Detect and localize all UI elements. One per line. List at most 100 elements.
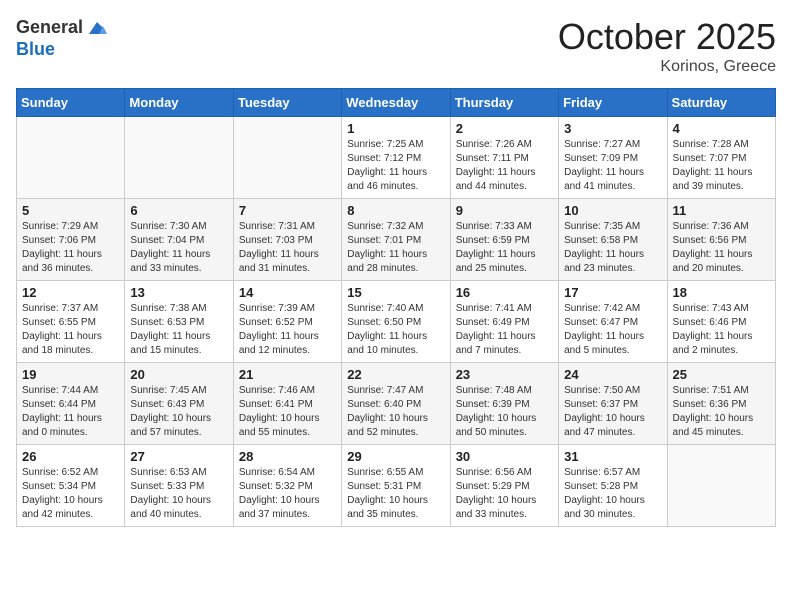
day-number: 13 bbox=[130, 285, 227, 300]
day-info: Sunrise: 7:46 AM Sunset: 6:41 PM Dayligh… bbox=[239, 384, 336, 440]
logo-icon bbox=[85, 16, 109, 40]
table-row bbox=[667, 445, 775, 527]
table-row: 27Sunrise: 6:53 AM Sunset: 5:33 PM Dayli… bbox=[125, 445, 233, 527]
table-row: 17 Sunrise: 7:42 AM Sunset: 6:47 PM Dayli… bbox=[559, 281, 667, 363]
day-info: Sunrise: 7:35 AM Sunset: 6:58 PM Dayligh… bbox=[564, 220, 661, 276]
table-row bbox=[125, 117, 233, 199]
day-number: 14 bbox=[239, 285, 336, 300]
table-row bbox=[233, 117, 341, 199]
day-info: Sunrise: 7:43 AM Sunset: 6:46 PM Dayligh… bbox=[673, 302, 770, 358]
table-row bbox=[17, 117, 125, 199]
day-number: 22 bbox=[347, 367, 444, 382]
col-thursday: Thursday bbox=[450, 89, 558, 117]
day-number: 24 bbox=[564, 367, 661, 382]
day-info: Sunrise: 7:38 AM Sunset: 6:53 PM Dayligh… bbox=[130, 302, 227, 358]
month-title: October 2025 bbox=[558, 16, 776, 58]
day-number: 19 bbox=[22, 367, 119, 382]
table-row: 19 Sunrise: 7:44 AM Sunset: 6:44 PM Dayli… bbox=[17, 363, 125, 445]
calendar-week-row: 1Sunrise: 7:25 AM Sunset: 7:12 PM Daylig… bbox=[17, 117, 776, 199]
table-row: 28 Sunrise: 6:54 AM Sunset: 5:32 PM Dayli… bbox=[233, 445, 341, 527]
location: Korinos, Greece bbox=[558, 58, 776, 76]
day-number: 28 bbox=[239, 449, 336, 464]
table-row: 11 Sunrise: 7:36 AM Sunset: 6:56 PM Dayli… bbox=[667, 199, 775, 281]
day-info: Sunrise: 7:40 AM Sunset: 6:50 PM Dayligh… bbox=[347, 302, 444, 358]
table-row: 30 Sunrise: 6:56 AM Sunset: 5:29 PM Dayli… bbox=[450, 445, 558, 527]
day-number: 31 bbox=[564, 449, 661, 464]
table-row: 7 Sunrise: 7:31 AM Sunset: 7:03 PM Daylig… bbox=[233, 199, 341, 281]
day-info: Sunrise: 6:54 AM Sunset: 5:32 PM Dayligh… bbox=[239, 466, 336, 522]
day-number: 20 bbox=[130, 367, 227, 382]
day-number: 5 bbox=[22, 203, 119, 218]
day-number: 12 bbox=[22, 285, 119, 300]
day-info: Sunrise: 7:36 AM Sunset: 6:56 PM Dayligh… bbox=[673, 220, 770, 276]
col-tuesday: Tuesday bbox=[233, 89, 341, 117]
logo-blue: Blue bbox=[16, 40, 109, 60]
day-info: Sunrise: 7:45 AM Sunset: 6:43 PM Dayligh… bbox=[130, 384, 227, 440]
col-sunday: Sunday bbox=[17, 89, 125, 117]
day-info: Sunrise: 6:52 AM Sunset: 5:34 PM Dayligh… bbox=[22, 466, 119, 522]
day-number: 10 bbox=[564, 203, 661, 218]
day-info: Sunrise: 6:56 AM Sunset: 5:29 PM Dayligh… bbox=[456, 466, 553, 522]
table-row: 13 Sunrise: 7:38 AM Sunset: 6:53 PM Dayli… bbox=[125, 281, 233, 363]
day-info: Sunrise: 7:51 AM Sunset: 6:36 PM Dayligh… bbox=[673, 384, 770, 440]
day-info: Sunrise: 7:26 AM Sunset: 7:11 PM Dayligh… bbox=[456, 138, 553, 194]
col-wednesday: Wednesday bbox=[342, 89, 450, 117]
day-number: 18 bbox=[673, 285, 770, 300]
day-info: Sunrise: 7:44 AM Sunset: 6:44 PM Dayligh… bbox=[22, 384, 119, 440]
day-number: 26 bbox=[22, 449, 119, 464]
day-number: 29 bbox=[347, 449, 444, 464]
day-info: Sunrise: 7:42 AM Sunset: 6:47 PM Dayligh… bbox=[564, 302, 661, 358]
table-row: 23 Sunrise: 7:48 AM Sunset: 6:39 PM Dayli… bbox=[450, 363, 558, 445]
table-row: 18 Sunrise: 7:43 AM Sunset: 6:46 PM Dayli… bbox=[667, 281, 775, 363]
day-info: Sunrise: 7:27 AM Sunset: 7:09 PM Dayligh… bbox=[564, 138, 661, 194]
col-friday: Friday bbox=[559, 89, 667, 117]
table-row: 12 Sunrise: 7:37 AM Sunset: 6:55 PM Dayli… bbox=[17, 281, 125, 363]
day-info: Sunrise: 7:32 AM Sunset: 7:01 PM Dayligh… bbox=[347, 220, 444, 276]
col-monday: Monday bbox=[125, 89, 233, 117]
day-info: Sunrise: 7:48 AM Sunset: 6:39 PM Dayligh… bbox=[456, 384, 553, 440]
day-number: 30 bbox=[456, 449, 553, 464]
day-info: Sunrise: 7:31 AM Sunset: 7:03 PM Dayligh… bbox=[239, 220, 336, 276]
day-number: 2 bbox=[456, 121, 553, 136]
table-row: 25 Sunrise: 7:51 AM Sunset: 6:36 PM Dayli… bbox=[667, 363, 775, 445]
table-row: 1Sunrise: 7:25 AM Sunset: 7:12 PM Daylig… bbox=[342, 117, 450, 199]
table-row: 16 Sunrise: 7:41 AM Sunset: 6:49 PM Dayli… bbox=[450, 281, 558, 363]
day-info: Sunrise: 6:53 AM Sunset: 5:33 PM Dayligh… bbox=[130, 466, 227, 522]
day-number: 15 bbox=[347, 285, 444, 300]
day-info: Sunrise: 7:41 AM Sunset: 6:49 PM Dayligh… bbox=[456, 302, 553, 358]
table-row: 20 Sunrise: 7:45 AM Sunset: 6:43 PM Dayli… bbox=[125, 363, 233, 445]
day-info: Sunrise: 7:37 AM Sunset: 6:55 PM Dayligh… bbox=[22, 302, 119, 358]
table-row: 6 Sunrise: 7:30 AM Sunset: 7:04 PM Daylig… bbox=[125, 199, 233, 281]
table-row: 21Sunrise: 7:46 AM Sunset: 6:41 PM Dayli… bbox=[233, 363, 341, 445]
calendar-week-row: 19 Sunrise: 7:44 AM Sunset: 6:44 PM Dayli… bbox=[17, 363, 776, 445]
day-number: 23 bbox=[456, 367, 553, 382]
table-row: 10 Sunrise: 7:35 AM Sunset: 6:58 PM Dayli… bbox=[559, 199, 667, 281]
day-info: Sunrise: 7:39 AM Sunset: 6:52 PM Dayligh… bbox=[239, 302, 336, 358]
day-number: 3 bbox=[564, 121, 661, 136]
day-number: 9 bbox=[456, 203, 553, 218]
day-info: Sunrise: 7:28 AM Sunset: 7:07 PM Dayligh… bbox=[673, 138, 770, 194]
day-number: 4 bbox=[673, 121, 770, 136]
day-number: 25 bbox=[673, 367, 770, 382]
table-row: 3 Sunrise: 7:27 AM Sunset: 7:09 PM Daylig… bbox=[559, 117, 667, 199]
day-number: 1 bbox=[347, 121, 444, 136]
logo-general: General bbox=[16, 18, 83, 38]
day-info: Sunrise: 6:57 AM Sunset: 5:28 PM Dayligh… bbox=[564, 466, 661, 522]
day-number: 8 bbox=[347, 203, 444, 218]
day-number: 16 bbox=[456, 285, 553, 300]
calendar-week-row: 5Sunrise: 7:29 AM Sunset: 7:06 PM Daylig… bbox=[17, 199, 776, 281]
table-row: 14 Sunrise: 7:39 AM Sunset: 6:52 PM Dayli… bbox=[233, 281, 341, 363]
day-number: 11 bbox=[673, 203, 770, 218]
day-info: Sunrise: 7:30 AM Sunset: 7:04 PM Dayligh… bbox=[130, 220, 227, 276]
table-row: 8 Sunrise: 7:32 AM Sunset: 7:01 PM Daylig… bbox=[342, 199, 450, 281]
day-info: Sunrise: 6:55 AM Sunset: 5:31 PM Dayligh… bbox=[347, 466, 444, 522]
day-info: Sunrise: 7:33 AM Sunset: 6:59 PM Dayligh… bbox=[456, 220, 553, 276]
table-row: 31 Sunrise: 6:57 AM Sunset: 5:28 PM Dayli… bbox=[559, 445, 667, 527]
day-number: 17 bbox=[564, 285, 661, 300]
day-number: 7 bbox=[239, 203, 336, 218]
day-number: 6 bbox=[130, 203, 227, 218]
day-info: Sunrise: 7:50 AM Sunset: 6:37 PM Dayligh… bbox=[564, 384, 661, 440]
calendar-week-row: 26 Sunrise: 6:52 AM Sunset: 5:34 PM Dayli… bbox=[17, 445, 776, 527]
title-block: October 2025 Korinos, Greece bbox=[558, 16, 776, 76]
calendar-header-row: Sunday Monday Tuesday Wednesday Thursday… bbox=[17, 89, 776, 117]
